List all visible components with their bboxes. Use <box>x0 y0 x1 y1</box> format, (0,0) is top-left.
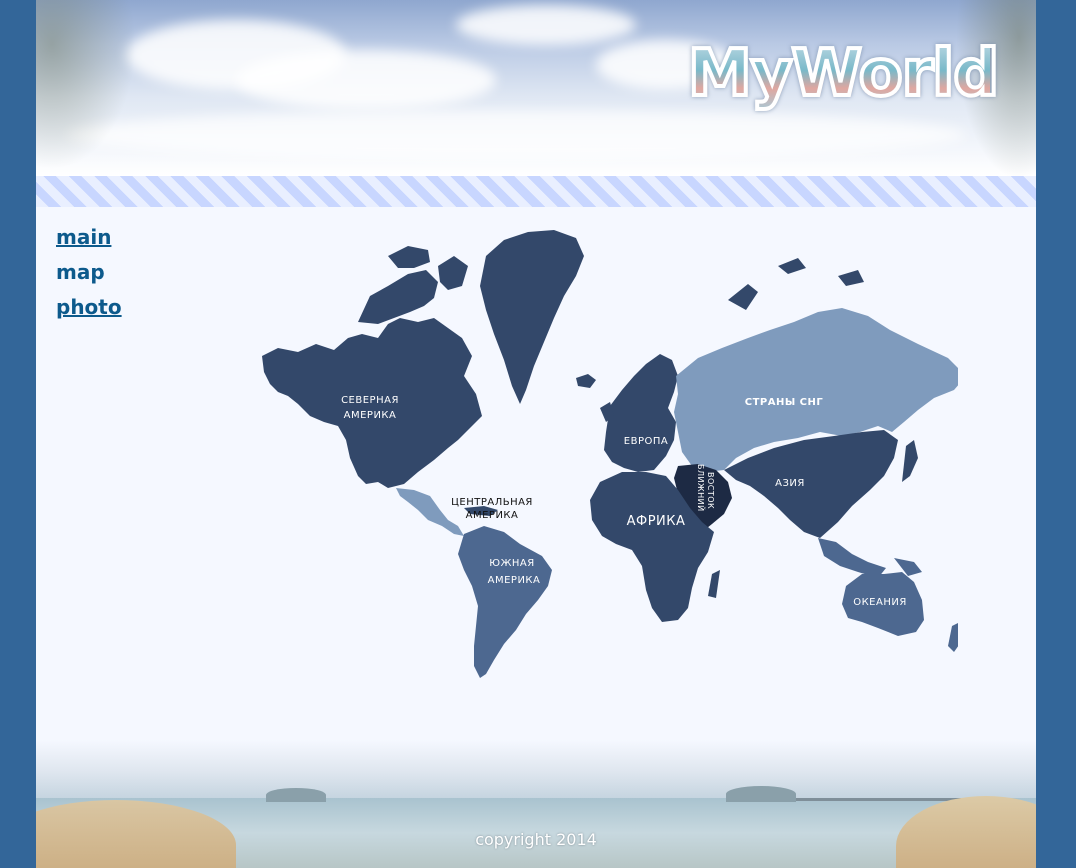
nav-link-photo[interactable]: photo <box>56 295 122 319</box>
region-iceland[interactable] <box>576 374 596 388</box>
label-middle-east-2: ВОСТОК <box>706 472 715 509</box>
region-japan[interactable] <box>902 440 918 482</box>
region-arctic-islands[interactable] <box>358 246 468 324</box>
label-europe: ЕВРОПА <box>624 436 668 447</box>
region-madagascar[interactable] <box>708 570 720 598</box>
label-middle-east-1: БЛИЖНИЙ <box>696 464 707 512</box>
label-africa: АФРИКА <box>627 514 686 529</box>
tree-decoration-left <box>36 0 136 170</box>
label-asia: АЗИЯ <box>775 478 805 489</box>
label-oceania: ОКЕАНИЯ <box>853 597 907 608</box>
label-north-america-2: АМЕРИКА <box>344 410 397 421</box>
side-navigation: main map photo <box>56 225 122 330</box>
nav-link-map[interactable]: map <box>56 260 122 284</box>
region-se-asia-islands[interactable] <box>818 538 922 578</box>
nav-link-main[interactable]: main <box>56 225 122 249</box>
region-russian-islands[interactable] <box>728 258 864 310</box>
label-north-america-1: СЕВЕРНАЯ <box>341 395 399 406</box>
copyright-text: copyright 2014 <box>475 830 597 849</box>
island-decoration <box>726 786 796 802</box>
label-central-america-2: АМЕРИКА <box>466 510 519 521</box>
region-greenland[interactable] <box>480 230 584 404</box>
label-south-america-1: ЮЖНАЯ <box>489 558 534 569</box>
label-south-america-2: АМЕРИКА <box>488 575 541 586</box>
region-south-america[interactable] <box>458 526 552 678</box>
striped-divider <box>36 176 1036 207</box>
region-new-zealand[interactable] <box>948 622 958 652</box>
label-central-america-1: ЦЕНТРАЛЬНАЯ <box>451 497 533 508</box>
world-map: СЕВЕРНАЯ АМЕРИКА ЦЕНТРАЛЬНАЯ АМЕРИКА ЮЖН… <box>262 230 958 678</box>
label-cis: СТРАНЫ СНГ <box>745 397 824 408</box>
header-banner: MyWorld <box>36 0 1036 176</box>
page-container: MyWorld main map photo СЕВЕРНАЯ АМЕРИКА … <box>36 0 1036 868</box>
island-decoration <box>266 788 326 802</box>
site-logo[interactable]: MyWorld <box>686 35 1001 113</box>
region-europe[interactable] <box>604 354 678 472</box>
region-central-america[interactable] <box>396 488 464 536</box>
